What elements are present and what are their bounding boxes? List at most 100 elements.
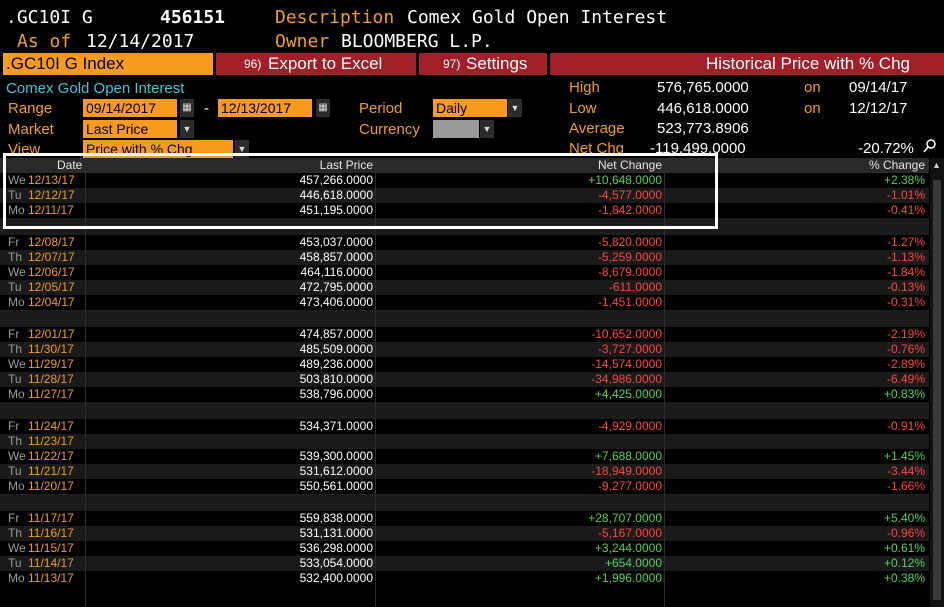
row-weekday: Tu [8, 464, 22, 478]
chevron-down-icon[interactable]: ▼ [480, 120, 494, 138]
scrollbar-thumb[interactable] [933, 180, 941, 600]
table-row[interactable]: Tu 12/05/17 472,795.0000 -611.0000 -0.13% [0, 280, 929, 295]
row-pct-change: -3.44% [886, 464, 925, 478]
row-net-change: -4,929.0000 [597, 419, 662, 433]
row-last-price: 473,406.0000 [299, 295, 373, 309]
table-row[interactable]: Mo 11/27/17 538,796.0000 +4,425.0000 +0.83% [0, 387, 929, 402]
row-weekday: We [8, 449, 26, 463]
row-weekday: We [8, 541, 26, 555]
chevron-down-icon[interactable]: ▼ [180, 120, 194, 138]
table-row[interactable]: Th 11/30/17 485,509.0000 -3,727.0000 -0.76% [0, 342, 929, 357]
row-date: 11/14/17 [28, 556, 74, 570]
index-name-box[interactable]: .GC10I G Index [3, 53, 213, 75]
col-pct-change-header[interactable]: % Change [869, 158, 925, 173]
row-date: 12/07/17 [28, 250, 75, 264]
row-pct-change: -0.76% [886, 342, 925, 356]
table-row[interactable]: We 11/22/17 539,300.0000 +7,688.0000 +1.45% [0, 449, 929, 464]
chevron-down-icon[interactable]: ▼ [508, 99, 522, 117]
row-net-change: +654.0000 [604, 556, 662, 570]
table-row[interactable]: Mo 12/04/17 473,406.0000 -1,451.0000 -0.31% [0, 295, 929, 310]
row-weekday: Mo [8, 295, 25, 309]
range-label: Range [8, 100, 53, 117]
table-row[interactable]: Tu 11/28/17 503,810.0000 -34,986.0000 -6.49% [0, 372, 929, 387]
row-weekday: Th [8, 250, 23, 264]
scroll-up-icon[interactable]: ▲ [932, 160, 941, 170]
row-date: 11/17/17 [28, 511, 74, 525]
function-title: Historical Price with % Chg [705, 54, 910, 73]
table-row[interactable]: Fr 12/01/17 474,857.0000 -10,652.0000 -2.19% [0, 327, 929, 342]
row-pct-change: -1.27% [886, 235, 925, 249]
table-row[interactable]: We 11/15/17 536,298.0000 +3,244.0000 +0.61% [0, 541, 929, 556]
asof-label: As of [17, 31, 72, 52]
row-pct-change: -1.84% [886, 265, 925, 279]
row-date: 11/16/17 [28, 526, 74, 540]
row-last-price: 531,612.0000 [299, 464, 373, 478]
row-last-price: 539,300.0000 [299, 449, 373, 463]
row-weekday: We [8, 357, 26, 371]
low-value: 446,618.0000 [657, 100, 749, 117]
period-select[interactable]: Daily [433, 99, 507, 117]
row-net-change: -1,451.0000 [597, 295, 662, 309]
row-weekday: Mo [8, 571, 25, 585]
row-last-price: 533,054.0000 [299, 556, 373, 570]
row-date: 11/21/17 [28, 464, 74, 478]
row-date: 11/20/17 [28, 479, 74, 493]
table-row[interactable]: We 11/29/17 489,236.0000 -14,574.0000 -2.89% [0, 357, 929, 372]
market-select[interactable]: Last Price [83, 120, 177, 138]
table-row[interactable]: Mo 11/20/17 550,561.0000 -9,277.0000 -1.66% [0, 479, 929, 494]
owner-value: BLOOMBERG L.P. [341, 31, 493, 52]
table-row[interactable]: Th 12/07/17 458,857.0000 -5,259.0000 -1.13% [0, 250, 929, 265]
row-weekday: Tu [8, 372, 22, 386]
row-pct-change: -0.96% [886, 526, 925, 540]
low-on-label: on [804, 100, 821, 117]
table-row[interactable]: Th 11/23/17 [0, 434, 929, 449]
vertical-scrollbar[interactable]: ▲ [930, 158, 944, 607]
high-date: 09/14/17 [849, 79, 908, 96]
table-row[interactable]: Fr 11/24/17 534,371.0000 -4,929.0000 -0.91% [0, 419, 929, 434]
table-row[interactable]: We 12/06/17 464,116.0000 -8,679.0000 -1.84% [0, 265, 929, 280]
table-row[interactable]: Fr 12/08/17 453,037.0000 -5,820.0000 -1.27% [0, 235, 929, 250]
export-excel-button[interactable]: 96) Export to Excel [216, 53, 416, 75]
table-row[interactable]: Tu 11/21/17 531,612.0000 -18,949.0000 -3.44% [0, 464, 929, 479]
row-net-change: -14,574.0000 [591, 357, 662, 371]
row-net-change: +3,244.0000 [594, 541, 662, 555]
table-row[interactable]: Th 11/16/17 531,131.0000 -5,167.0000 -0.96% [0, 526, 929, 541]
description-value: Comex Gold Open Interest [407, 7, 668, 28]
row-pct-change: -6.49% [886, 372, 925, 386]
row-date: 11/27/17 [28, 387, 74, 401]
row-pct-change: -0.41% [886, 203, 925, 217]
row-weekday: Fr [8, 511, 20, 525]
search-icon[interactable] [923, 138, 937, 159]
range-end-field[interactable]: 12/13/2017 [218, 99, 312, 117]
row-pct-change: -2.19% [886, 327, 925, 341]
row-net-change: -5,259.0000 [597, 250, 662, 264]
row-date: 11/30/17 [28, 342, 74, 356]
row-weekday: Tu [8, 280, 22, 294]
row-date: 12/05/17 [28, 280, 75, 294]
row-last-price: 536,298.0000 [299, 541, 373, 555]
table-row[interactable]: Fr 11/17/17 559,838.0000 +28,707.0000 +5.40% [0, 511, 929, 526]
description-label: Description [275, 7, 395, 28]
row-pct-change: -1.01% [886, 188, 925, 202]
table-row[interactable]: Mo 11/13/17 532,400.0000 +1,996.0000 +0.38% [0, 571, 929, 586]
row-date: 11/23/17 [28, 434, 74, 448]
row-last-price: 458,857.0000 [299, 250, 373, 264]
price-table: We 12/13/17 457,266.0000 +10,648.0000 +2.38%… [0, 173, 929, 586]
row-last-price: 464,116.0000 [300, 265, 373, 279]
row-pct-change: -0.13% [886, 280, 925, 294]
row-weekday: We [8, 265, 26, 279]
row-net-change: -611.0000 [608, 280, 662, 294]
calendar-icon[interactable]: ▦ [180, 99, 194, 117]
export-label: Export to Excel [268, 54, 383, 73]
table-row[interactable]: Tu 11/14/17 533,054.0000 +654.0000 +0.12% [0, 556, 929, 571]
row-last-price: 531,131.0000 [299, 526, 373, 540]
calendar-icon[interactable]: ▦ [316, 99, 330, 117]
settings-label: Settings [466, 54, 528, 73]
row-weekday: Mo [8, 387, 25, 401]
highlight-box [3, 153, 718, 229]
range-start-field[interactable]: 09/14/2017 [83, 99, 177, 117]
settings-button[interactable]: 97) Settings [419, 53, 547, 75]
row-pct-change: -0.31% [886, 295, 925, 309]
currency-select[interactable] [433, 120, 479, 138]
row-net-change: -5,167.0000 [597, 526, 662, 540]
